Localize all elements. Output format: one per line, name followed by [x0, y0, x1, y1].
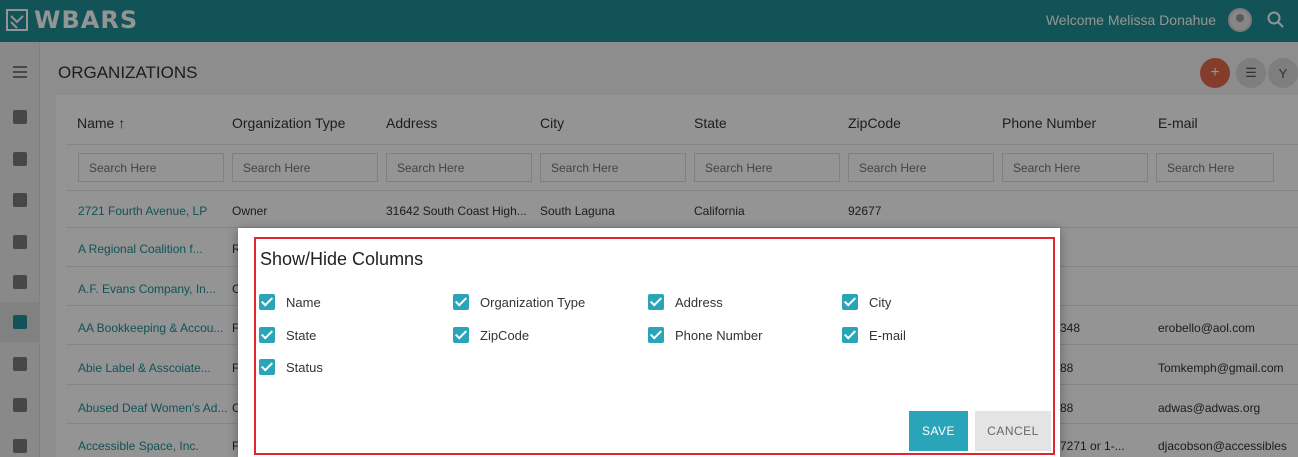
column-toggle-label: Address: [675, 294, 723, 310]
column-toggle-email[interactable]: E-mail: [842, 327, 906, 343]
checkbox-checked-icon[interactable]: [842, 294, 858, 310]
column-toggle-name[interactable]: Name: [259, 294, 321, 310]
column-toggle-label: Organization Type: [480, 294, 586, 310]
checkbox-checked-icon[interactable]: [259, 294, 275, 310]
dialog-title: Show/Hide Columns: [260, 249, 424, 269]
column-toggle-status[interactable]: Status: [259, 359, 323, 375]
checkbox-checked-icon[interactable]: [453, 327, 469, 343]
column-toggle-label: Status: [286, 359, 323, 375]
cancel-button[interactable]: CANCEL: [975, 411, 1051, 451]
column-toggle-state[interactable]: State: [259, 327, 316, 343]
save-button[interactable]: SAVE: [909, 411, 968, 451]
column-toggle-zipcode[interactable]: ZipCode: [453, 327, 529, 343]
checkbox-checked-icon[interactable]: [259, 359, 275, 375]
checkbox-checked-icon[interactable]: [259, 327, 275, 343]
column-toggle-label: E-mail: [869, 327, 906, 343]
checkbox-checked-icon[interactable]: [453, 294, 469, 310]
column-toggle-label: City: [869, 294, 892, 310]
column-toggle-label: State: [286, 327, 317, 343]
column-toggle-phone-number[interactable]: Phone Number: [648, 327, 762, 343]
checkbox-checked-icon[interactable]: [648, 294, 664, 310]
column-toggle-organization-type[interactable]: Organization Type: [453, 294, 585, 310]
checkbox-checked-icon[interactable]: [842, 327, 858, 343]
column-toggle-city[interactable]: City: [842, 294, 891, 310]
checkbox-checked-icon[interactable]: [648, 327, 664, 343]
column-toggle-label: Phone Number: [675, 327, 763, 343]
column-toggle-label: Name: [286, 294, 321, 310]
column-toggle-address[interactable]: Address: [648, 294, 723, 310]
column-toggle-label: ZipCode: [480, 327, 530, 343]
